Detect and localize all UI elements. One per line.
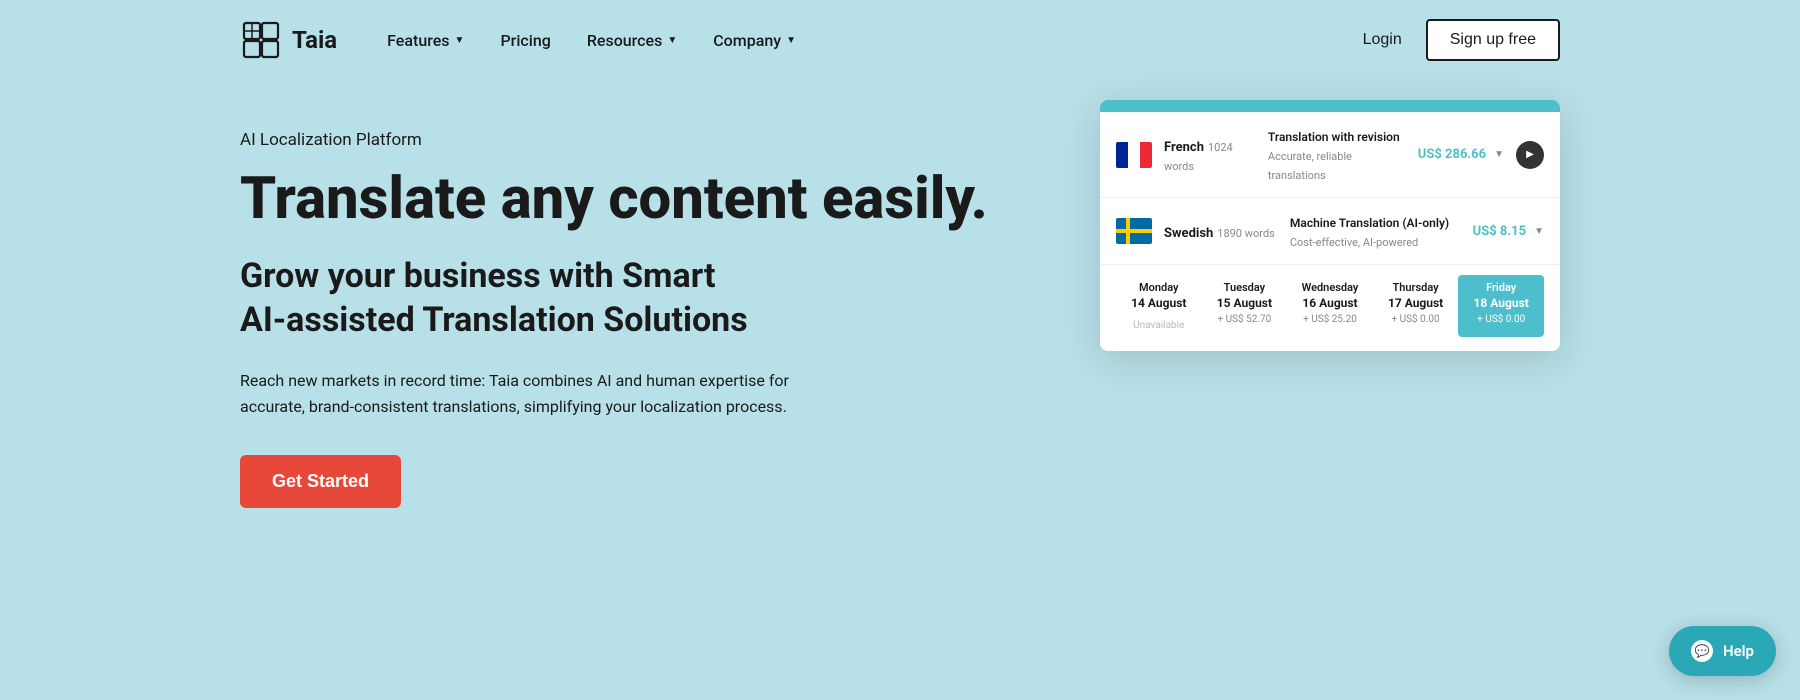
logo-icon [240,19,282,61]
service-info-french: Translation with revision Accurate, reli… [1268,126,1406,183]
chat-label: Help [1723,642,1754,660]
hero-section: AI Localization Platform Translate any c… [0,80,1800,700]
logo[interactable]: Taia [240,19,337,61]
company-chevron-icon: ▼ [786,35,796,46]
price-chevron-french: ▼ [1494,149,1504,160]
hero-content: AI Localization Platform Translate any c… [240,120,1020,508]
nav-actions: Login Sign up free [1363,19,1560,61]
calendar-day-wednesday[interactable]: Wednesday 16 August + US$ 25.20 [1287,275,1373,337]
dashboard-card: French 1024 words Translation with revis… [1100,100,1560,351]
price-area-swedish: US$ 8.15 ▼ [1473,224,1544,239]
hero-title: Translate any content easily. [240,168,1020,232]
logo-text: Taia [292,26,337,54]
flag-french [1116,142,1152,168]
get-started-button[interactable]: Get Started [240,455,401,508]
hero-dashboard-image: French 1024 words Translation with revis… [1100,100,1560,351]
calendar-day-thursday[interactable]: Thursday 17 August + US$ 0.00 [1373,275,1459,337]
calendar-day-friday[interactable]: Friday 18 August + US$ 0.00 [1458,275,1544,337]
login-button[interactable]: Login [1363,31,1402,49]
lang-info-swedish: Swedish 1890 words [1164,222,1278,241]
nav-company[interactable]: Company ▼ [713,31,796,50]
lang-info-french: French 1024 words [1164,136,1256,174]
calendar-day-monday[interactable]: Monday 14 August Unavailable [1116,275,1202,337]
calendar-days: Monday 14 August Unavailable Tuesday 15 … [1116,275,1544,337]
price-area-french: US$ 286.66 ▼ [1418,147,1504,162]
play-button-french[interactable]: ▶ [1516,141,1544,169]
dashboard-body: French 1024 words Translation with revis… [1100,112,1560,351]
nav-features[interactable]: Features ▼ [387,31,464,50]
navbar: Taia Features ▼ Pricing Resources ▼ Comp… [0,0,1800,80]
calendar-section: Monday 14 August Unavailable Tuesday 15 … [1100,265,1560,351]
chat-widget[interactable]: 💬 Help [1669,626,1776,676]
service-info-swedish: Machine Translation (AI-only) Cost-effec… [1290,212,1461,250]
signup-button[interactable]: Sign up free [1426,19,1560,61]
calendar-day-tuesday[interactable]: Tuesday 15 August + US$ 52.70 [1202,275,1288,337]
chat-icon: 💬 [1691,640,1713,662]
hero-description: Reach new markets in record time: Taia c… [240,368,820,419]
price-chevron-swedish: ▼ [1534,226,1544,237]
translation-row-swedish: Swedish 1890 words Machine Translation (… [1100,198,1560,265]
nav-links: Features ▼ Pricing Resources ▼ Company ▼ [387,31,1362,50]
hero-subtitle: AI Localization Platform [240,130,1020,150]
resources-chevron-icon: ▼ [667,35,677,46]
features-chevron-icon: ▼ [455,35,465,46]
nav-resources[interactable]: Resources ▼ [587,31,677,50]
flag-swedish [1116,218,1152,244]
dashboard-header-bar [1100,100,1560,112]
translation-row-french: French 1024 words Translation with revis… [1100,112,1560,198]
hero-tagline: Grow your business with SmartAI-assisted… [240,254,1020,342]
nav-pricing[interactable]: Pricing [500,31,550,50]
